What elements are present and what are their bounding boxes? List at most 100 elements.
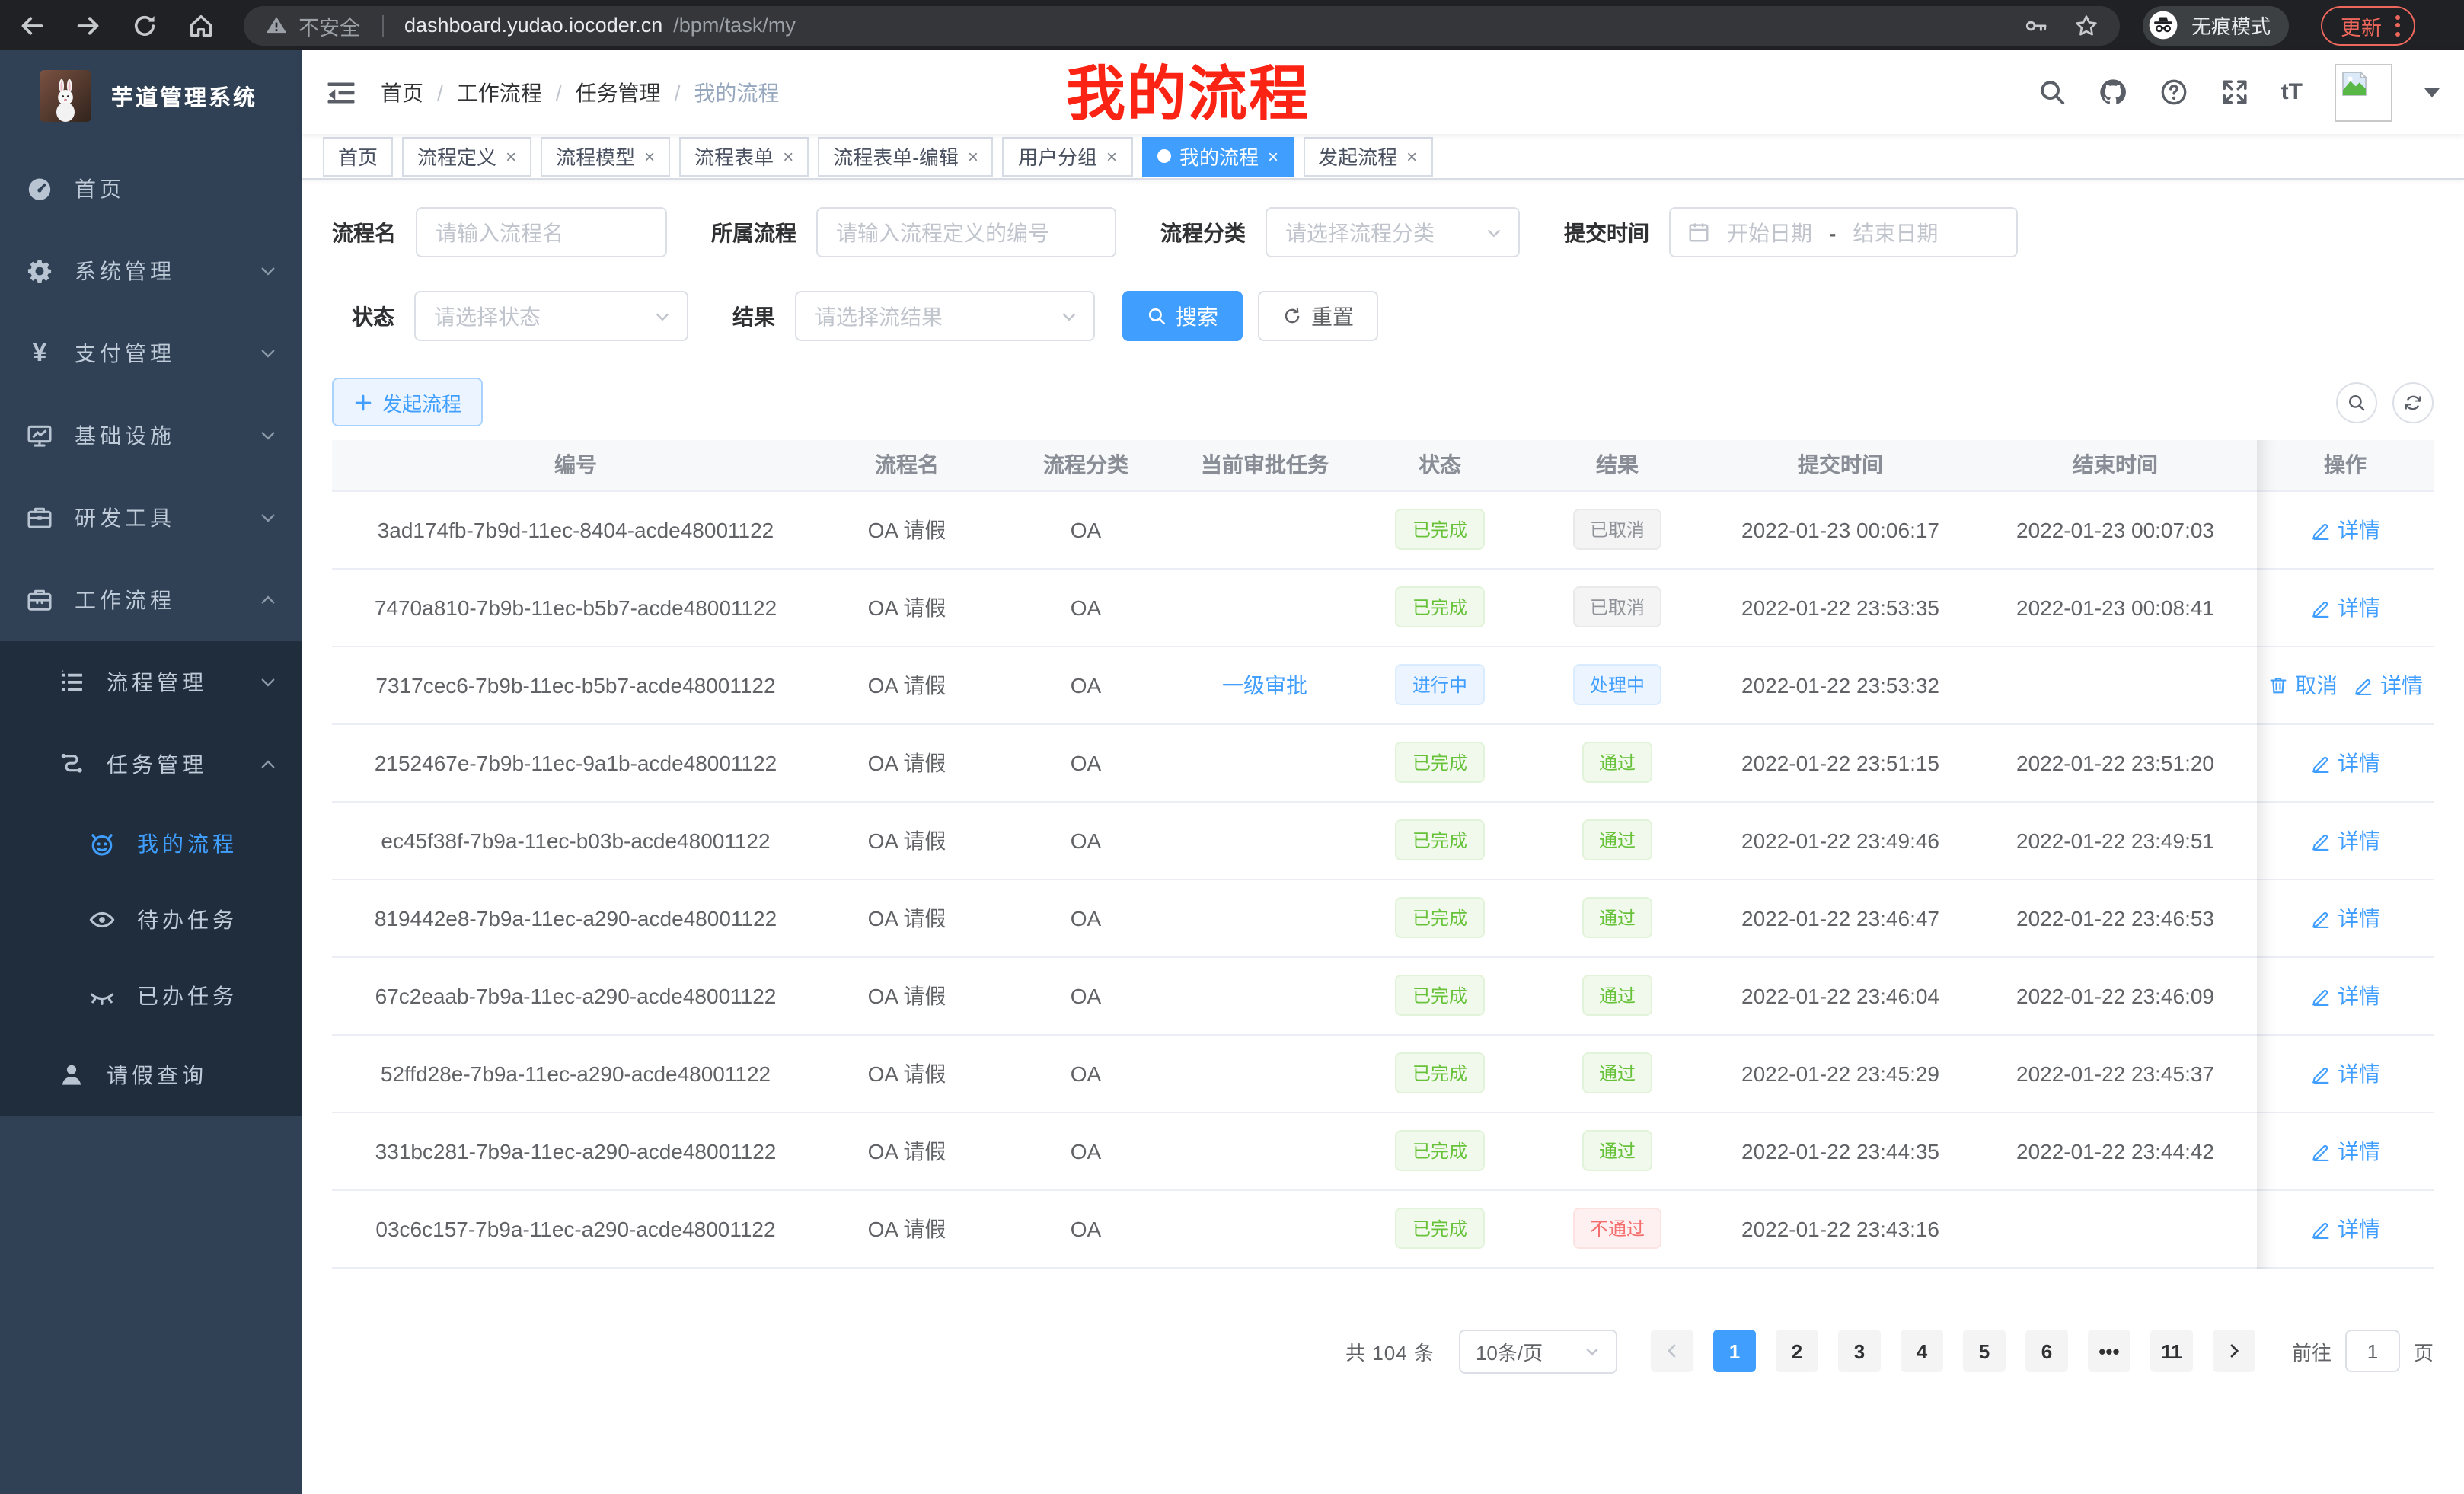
url-host: dashboard.yudao.iocoder.cn <box>404 14 662 37</box>
refresh-icon[interactable] <box>2392 381 2434 423</box>
detail-link[interactable]: 详情 <box>2310 1213 2380 1243</box>
sidebar-item-workflow[interactable]: 工作流程 <box>0 559 302 641</box>
close-icon[interactable]: × <box>968 145 978 167</box>
category-select[interactable]: 请选择流程分类 <box>1266 207 1520 257</box>
sidebar-item-infrastructure[interactable]: 基础设施 <box>0 394 302 477</box>
search-icon[interactable] <box>2038 78 2067 107</box>
detail-link[interactable]: 详情 <box>2310 980 2380 1010</box>
reset-button[interactable]: 重置 <box>1258 291 1378 341</box>
sidebar-item-label: 待办任务 <box>137 905 277 935</box>
sidebar-item-payment[interactable]: ¥支付管理 <box>0 312 302 394</box>
tab-my-process[interactable]: 我的流程× <box>1141 136 1294 176</box>
cell-actions: 详情 <box>2257 1112 2434 1189</box>
browser-menu-icon[interactable] <box>2395 14 2400 36</box>
create-process-button[interactable]: 发起流程 <box>332 378 483 426</box>
sidebar-item-my-process[interactable]: 我的流程 <box>0 806 302 882</box>
sidebar-item-todo-tasks[interactable]: 待办任务 <box>0 882 302 958</box>
close-icon[interactable]: × <box>506 145 516 167</box>
help-icon[interactable] <box>2159 78 2188 107</box>
detail-link[interactable]: 详情 <box>2353 669 2423 700</box>
forward-icon[interactable] <box>75 11 102 39</box>
password-key-icon[interactable] <box>2024 13 2048 37</box>
submit-time-range-picker[interactable]: 开始日期 - 结束日期 <box>1669 207 2018 257</box>
browser-update-button[interactable]: 更新 <box>2321 5 2415 45</box>
task-link[interactable]: 一级审批 <box>1222 672 1307 697</box>
tags-view: 首页流程定义×流程模型×流程表单×流程表单-编辑×用户分组×我的流程×发起流程× <box>302 134 2464 180</box>
more-pages-button[interactable]: ••• <box>2088 1330 2130 1372</box>
sidebar-item-task-mgmt[interactable]: 任务管理 <box>0 723 302 806</box>
address-bar[interactable]: 不安全 dashboard.yudao.iocoder.cn/bpm/task/… <box>244 5 2120 45</box>
detail-link[interactable]: 详情 <box>2310 747 2380 777</box>
toggle-search-icon[interactable] <box>2336 381 2377 423</box>
sidebar-item-dev-tools[interactable]: 研发工具 <box>0 477 302 559</box>
search-button[interactable]: 搜索 <box>1122 291 1243 341</box>
chevron-down-icon <box>1060 307 1078 325</box>
page-button-1[interactable]: 1 <box>1713 1330 1756 1372</box>
page-button-6[interactable]: 6 <box>2025 1330 2068 1372</box>
end-date-placeholder: 结束日期 <box>1853 217 1938 247</box>
detail-link[interactable]: 详情 <box>2310 1135 2380 1166</box>
result-select[interactable]: 请选择流结果 <box>795 291 1095 341</box>
bookmark-star-icon[interactable] <box>2074 13 2099 37</box>
eye-open-icon <box>88 906 116 934</box>
font-size-icon[interactable]: tT <box>2281 78 2303 107</box>
github-icon[interactable] <box>2099 78 2127 107</box>
tab-home[interactable]: 首页 <box>323 136 393 176</box>
sidebar-item-label: 已办任务 <box>137 981 277 1011</box>
cancel-link[interactable]: 取消 <box>2268 669 2338 700</box>
close-icon[interactable]: × <box>1268 145 1278 167</box>
detail-link[interactable]: 详情 <box>2310 825 2380 855</box>
page-button-4[interactable]: 4 <box>1901 1330 1943 1372</box>
detail-link[interactable]: 详情 <box>2310 592 2380 622</box>
close-icon[interactable]: × <box>644 145 655 167</box>
sidebar-item-system[interactable]: 系统管理 <box>0 230 302 312</box>
back-icon[interactable] <box>18 11 46 39</box>
breadcrumb-item[interactable]: 首页 <box>381 77 423 107</box>
sidebar-item-leave-query[interactable]: 请假查询 <box>0 1034 302 1116</box>
prev-page-button[interactable] <box>1651 1330 1693 1372</box>
chevron-down-icon <box>259 673 277 691</box>
sidebar-item-done-tasks[interactable]: 已办任务 <box>0 958 302 1034</box>
page-button-5[interactable]: 5 <box>1963 1330 2006 1372</box>
detail-link[interactable]: 详情 <box>2310 514 2380 544</box>
cell-end-time: 2022-01-22 23:46:09 <box>1974 956 2257 1034</box>
tab-process-form-edit[interactable]: 流程表单-编辑 × <box>818 136 994 176</box>
cell-end-time <box>1974 1189 2257 1267</box>
breadcrumb-item[interactable]: 工作流程 <box>457 77 542 107</box>
tab-process-model[interactable]: 流程模型× <box>541 136 670 176</box>
tab-process-definition[interactable]: 流程定义× <box>402 136 531 176</box>
avatar-caret-icon[interactable] <box>2424 88 2440 97</box>
close-icon[interactable]: × <box>1106 145 1117 167</box>
page-button-11[interactable]: 11 <box>2150 1330 2193 1372</box>
page-size-select[interactable]: 10条/页 <box>1459 1329 1617 1373</box>
sidebar-item-process-mgmt[interactable]: 流程管理 <box>0 641 302 723</box>
tab-label: 流程表单-编辑 <box>833 142 959 171</box>
close-icon[interactable]: × <box>783 145 793 167</box>
table-row: 3ad174fb-7b9d-11ec-8404-acde48001122OA 请… <box>332 490 2434 568</box>
jump-page-input[interactable] <box>2345 1330 2400 1372</box>
app-logo[interactable]: 芋道管理系统 <box>0 50 302 136</box>
sidebar-item-home[interactable]: 首页 <box>0 148 302 230</box>
edit-icon <box>2310 907 2332 928</box>
home-icon[interactable] <box>187 11 215 39</box>
process-name-input[interactable] <box>416 207 667 257</box>
close-icon[interactable]: × <box>1406 145 1417 167</box>
hamburger-icon[interactable] <box>326 77 356 107</box>
tab-user-group[interactable]: 用户分组× <box>1003 136 1132 176</box>
next-page-button[interactable] <box>2213 1330 2255 1372</box>
fullscreen-icon[interactable] <box>2220 78 2249 107</box>
breadcrumb-item[interactable]: 任务管理 <box>576 77 661 107</box>
detail-link[interactable]: 详情 <box>2310 1058 2380 1088</box>
tab-start-process[interactable]: 发起流程 × <box>1303 136 1432 176</box>
user-icon <box>58 1061 85 1089</box>
avatar[interactable] <box>2335 63 2392 121</box>
page-button-2[interactable]: 2 <box>1776 1330 1818 1372</box>
cell-category: OA <box>994 801 1177 879</box>
page-button-3[interactable]: 3 <box>1838 1330 1881 1372</box>
status-select[interactable]: 请选择状态 <box>414 291 688 341</box>
tab-label: 发起流程 <box>1318 142 1397 171</box>
reload-icon[interactable] <box>131 11 158 39</box>
tab-process-form[interactable]: 流程表单× <box>679 136 809 176</box>
process-definition-input[interactable] <box>816 207 1116 257</box>
detail-link[interactable]: 详情 <box>2310 902 2380 933</box>
